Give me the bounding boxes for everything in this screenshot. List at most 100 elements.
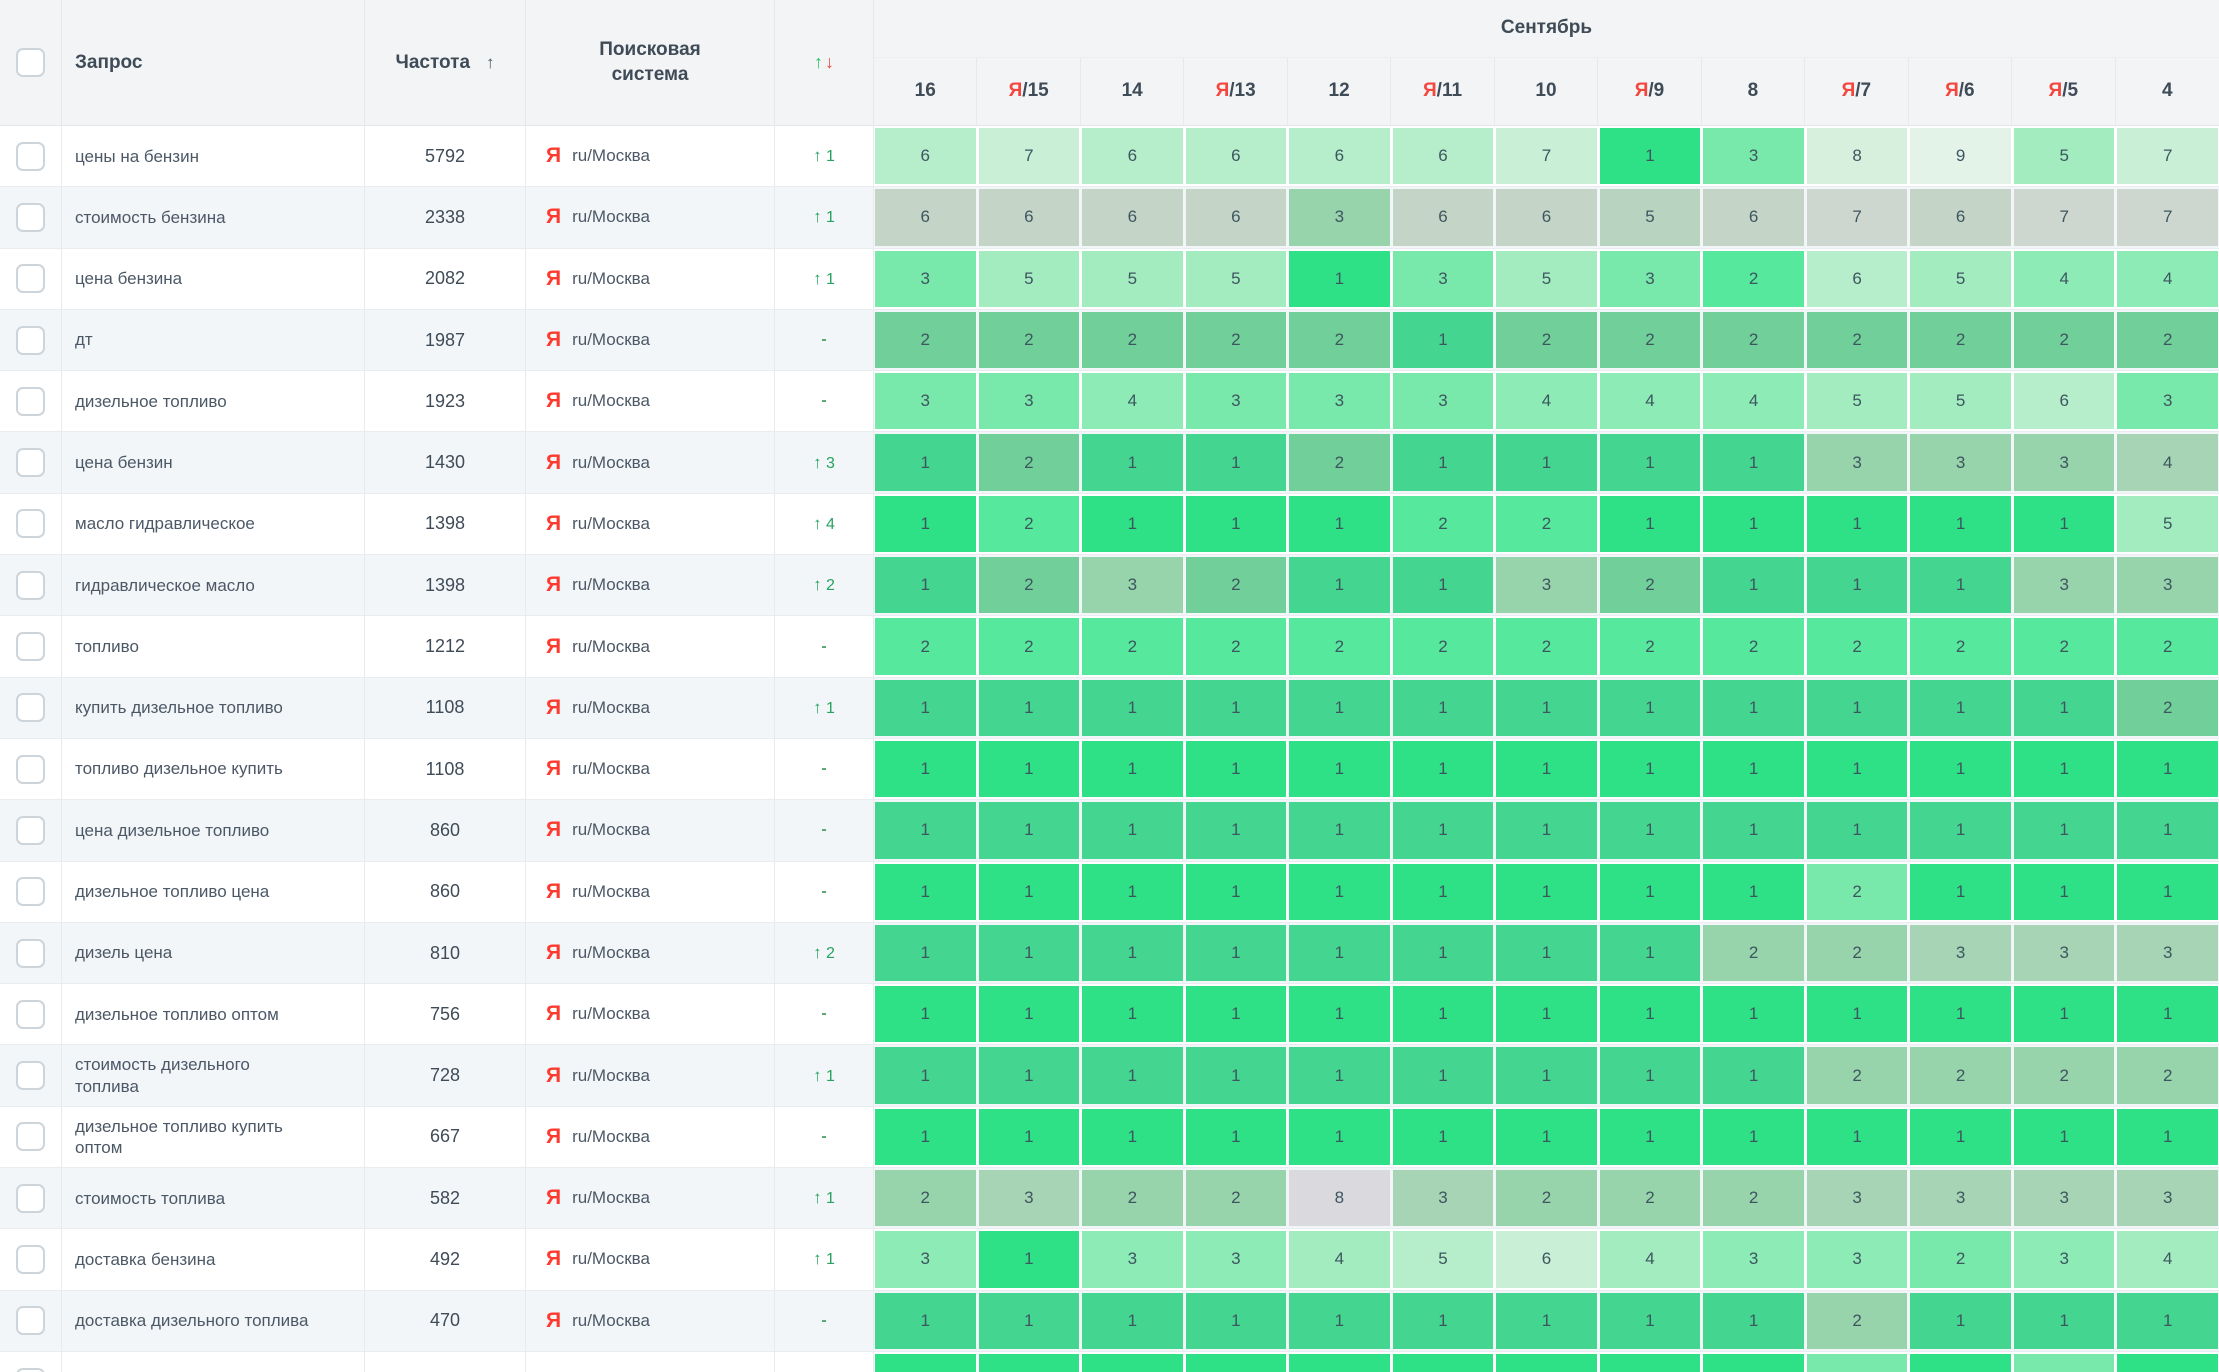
date-header-cell[interactable]: 4 (2116, 58, 2219, 125)
keyword-cell[interactable]: цена бензин (62, 432, 365, 492)
keyword-row: цена бензина 2082 Я ru/Москва ↑ 1 355513… (0, 249, 2219, 310)
date-header-cell[interactable]: Я/6 (1909, 58, 2012, 125)
row-checkbox[interactable] (16, 816, 45, 845)
position-cell: 2 (1703, 251, 1804, 307)
position-cell: 1 (1186, 496, 1287, 552)
position-cell: 1 (1393, 557, 1494, 613)
row-checkbox[interactable] (16, 571, 45, 600)
keyword-cell[interactable]: дизельное топливо цена (62, 862, 365, 922)
row-checkbox[interactable] (16, 1184, 45, 1213)
change-cell: ↑ 1 (775, 678, 874, 738)
row-checkbox[interactable] (16, 877, 45, 906)
row-checkbox[interactable] (16, 1306, 45, 1335)
search-engine-cell: Я ru/Москва (526, 678, 775, 738)
position-cell: 2 (2014, 1354, 2115, 1372)
row-checkbox[interactable] (16, 448, 45, 477)
row-checkbox[interactable] (16, 1122, 45, 1151)
position-cell: 6 (1186, 189, 1287, 245)
position-cell: 1 (1910, 1293, 2011, 1349)
change-cell: - (775, 800, 874, 860)
yandex-icon: Я (546, 205, 561, 229)
position-cell: 5 (1082, 251, 1183, 307)
row-checkbox[interactable] (16, 1000, 45, 1029)
yandex-icon: Я (546, 818, 561, 842)
select-all-checkbox[interactable] (16, 48, 45, 77)
position-cell: 1 (1703, 680, 1804, 736)
position-cell: 1 (1807, 986, 1908, 1042)
position-cell: 1 (1289, 680, 1390, 736)
keyword-label: масло гидравлическое (75, 513, 309, 534)
keyword-label: купить дизельное топливо (75, 697, 309, 718)
keyword-label: дизельное топливо (75, 391, 309, 412)
date-header-cell[interactable]: 16 (874, 58, 977, 125)
keyword-cell[interactable]: купить дизельное топливо (62, 678, 365, 738)
row-checkbox[interactable] (16, 203, 45, 232)
keyword-cell[interactable]: дизельное топливо купить оптом (62, 1107, 365, 1167)
keyword-cell[interactable]: стоимость дизельного топлива (62, 1045, 365, 1105)
keyword-cell[interactable]: гидравлическое масло (62, 555, 365, 615)
date-header-cell[interactable]: Я/13 (1184, 58, 1287, 125)
keyword-cell[interactable]: дизельное топливо оптом (62, 984, 365, 1044)
row-checkbox[interactable] (16, 509, 45, 538)
date-header-cell[interactable]: 8 (1702, 58, 1805, 125)
column-header-change[interactable]: ↑ ↓ (775, 0, 874, 125)
position-cell: 2 (1289, 312, 1390, 368)
column-header-query[interactable]: Запрос (62, 0, 365, 125)
change-cell: ↑ 1 (775, 187, 874, 247)
keyword-cell[interactable]: стоимость бензина (62, 187, 365, 247)
keyword-cell[interactable]: топливо (62, 616, 365, 676)
frequency-cell: 860 (365, 800, 526, 860)
yandex-update-icon: Я (1216, 80, 1230, 102)
position-cell: 2 (2014, 312, 2115, 368)
position-cell: 1 (1910, 496, 2011, 552)
row-checkbox[interactable] (16, 1245, 45, 1274)
date-header-cell[interactable]: 12 (1288, 58, 1391, 125)
position-cell: 1 (1703, 741, 1804, 797)
keyword-cell[interactable]: цены на бензин (62, 126, 365, 186)
row-checkbox[interactable] (16, 326, 45, 355)
position-cell: 3 (875, 373, 976, 429)
date-header-cell[interactable]: Я/5 (2012, 58, 2115, 125)
keyword-cell[interactable]: купить дизельного топлива (62, 1352, 365, 1372)
row-checkbox[interactable] (16, 632, 45, 661)
search-engine-cell: Я ru/Москва (526, 310, 775, 370)
frequency-cell: 5792 (365, 126, 526, 186)
keyword-cell[interactable]: топливо дизельное купить (62, 739, 365, 799)
keyword-cell[interactable]: масло гидравлическое (62, 494, 365, 554)
date-header-cell[interactable]: Я/15 (977, 58, 1080, 125)
date-header-cell[interactable]: Я/7 (1805, 58, 1908, 125)
position-cell: 3 (1082, 1231, 1183, 1287)
date-header-cell[interactable]: 10 (1495, 58, 1598, 125)
row-checkbox[interactable] (16, 264, 45, 293)
keyword-cell[interactable]: доставка дизельного топлива (62, 1291, 365, 1351)
row-checkbox[interactable] (16, 755, 45, 784)
keyword-cell[interactable]: цена бензина (62, 249, 365, 309)
keyword-cell[interactable]: дт (62, 310, 365, 370)
date-header-cell[interactable]: Я/9 (1598, 58, 1701, 125)
row-checkbox[interactable] (16, 1368, 45, 1372)
column-header-frequency[interactable]: Частота ↑ (365, 0, 526, 125)
search-engine-cell: Я ru/Москва (526, 249, 775, 309)
keyword-cell[interactable]: цена дизельное топливо (62, 800, 365, 860)
keyword-cell[interactable]: дизельное топливо (62, 371, 365, 431)
keyword-cell[interactable]: дизель цена (62, 923, 365, 983)
position-cell: 1 (1496, 986, 1597, 1042)
row-checkbox[interactable] (16, 1061, 45, 1090)
positions-grid: 1111111112222 (874, 1045, 2219, 1105)
column-header-search-engine[interactable]: Поисковая система (526, 0, 775, 125)
position-cell: 6 (1807, 251, 1908, 307)
row-checkbox[interactable] (16, 939, 45, 968)
keyword-row: купить дизельное топливо 1108 Я ru/Москв… (0, 678, 2219, 739)
row-checkbox[interactable] (16, 142, 45, 171)
position-cell: 1 (875, 1109, 976, 1165)
row-checkbox[interactable] (16, 387, 45, 416)
change-up-icon: ↑ (813, 1066, 822, 1085)
keyword-cell[interactable]: стоимость топлива (62, 1168, 365, 1228)
positions-grid: 6766667138957 (874, 126, 2219, 186)
keyword-cell[interactable]: доставка бензина (62, 1229, 365, 1289)
date-header-cell[interactable]: Я/11 (1391, 58, 1494, 125)
row-checkbox[interactable] (16, 693, 45, 722)
rank-tracker-table: Запрос Частота ↑ Поисковая система ↑ ↓ С… (0, 0, 2219, 1372)
date-header-cell[interactable]: 14 (1081, 58, 1184, 125)
keyword-label: дизель цена (75, 942, 309, 963)
